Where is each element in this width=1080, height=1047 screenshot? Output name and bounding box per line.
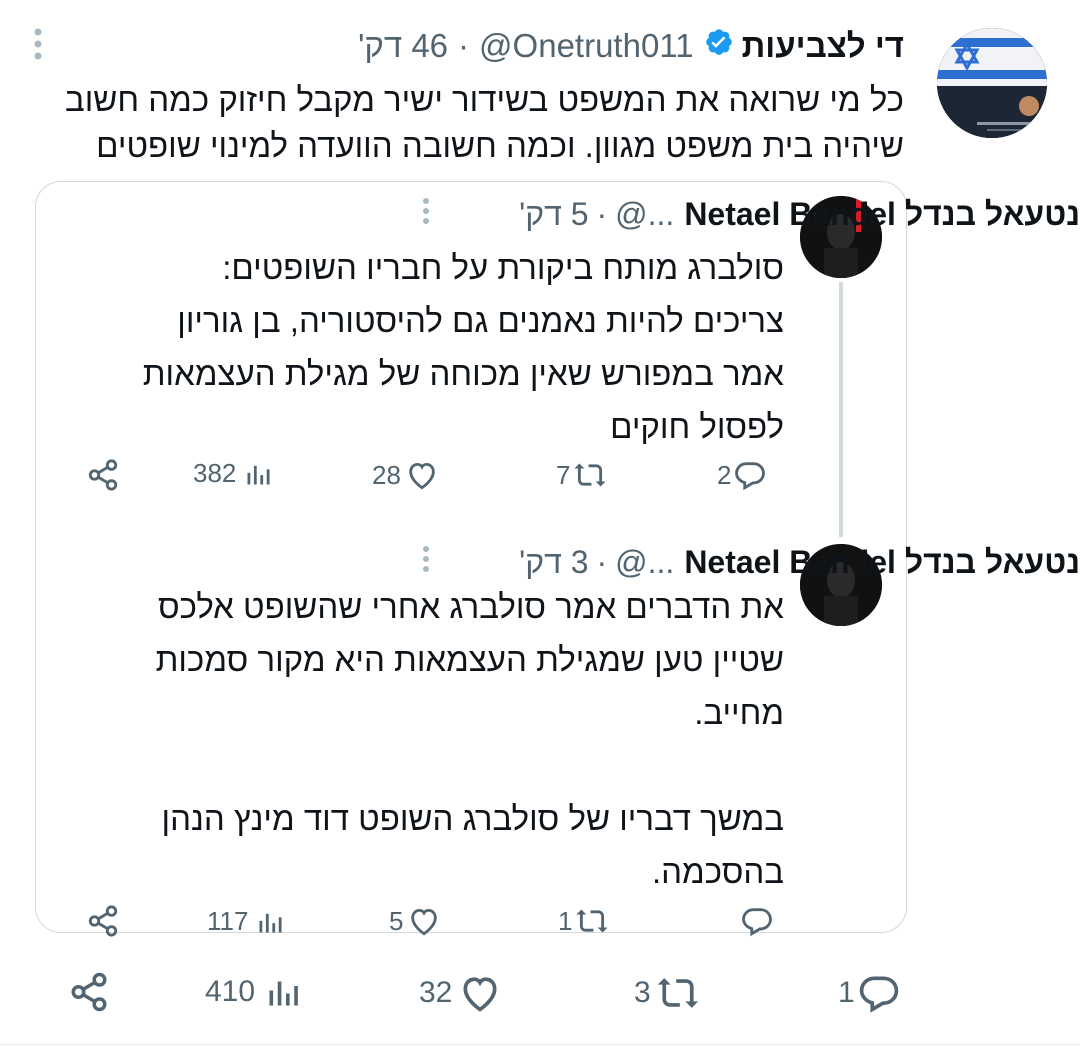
like-button[interactable]: 32 (419, 971, 502, 1015)
reply-count: 2 (717, 459, 732, 490)
retweet-button[interactable]: 1 (558, 904, 610, 938)
like-icon (411, 908, 438, 936)
separator: · (596, 543, 608, 580)
retweet-icon (657, 978, 698, 1008)
views-count: 117 (207, 906, 249, 936)
more-icon[interactable] (32, 26, 44, 70)
views-count: 382 (193, 458, 237, 488)
retweet-button[interactable]: 3 (634, 971, 701, 1015)
author-name[interactable]: נטעאל בנדל Netael Bandel (684, 544, 1080, 581)
retweet-icon (576, 909, 609, 933)
author-name[interactable]: די לצביעות (742, 27, 904, 65)
retweet-button[interactable]: 7 (556, 458, 608, 492)
share-button[interactable] (86, 458, 120, 492)
quoted-tweet-header: 3 דק' · @... נטעאל בנדל Netael Bandel (423, 540, 1080, 584)
retweet-count: 1 (558, 905, 573, 936)
retweet-count: 3 (634, 976, 651, 1009)
tweet-time[interactable]: 3 דק' (519, 544, 588, 581)
author-handle[interactable]: @Onetruth011 (479, 27, 694, 65)
reply-button[interactable] (740, 904, 774, 938)
reply-icon (735, 462, 766, 491)
main-avatar[interactable] (937, 28, 1047, 138)
thread-line (839, 282, 843, 537)
author-handle[interactable]: @... (615, 196, 674, 233)
reply-count: 1 (838, 976, 855, 1009)
like-count: 5 (389, 905, 404, 936)
share-icon (88, 905, 118, 937)
like-count: 28 (372, 459, 401, 490)
separator: · (458, 27, 470, 64)
share-icon (88, 459, 118, 491)
quoted-tweet-header: 5 דק' · @... נטעאל בנדל Netael Bandel (423, 192, 1080, 236)
share-icon (71, 972, 107, 1012)
tweet-time[interactable]: 46 דק' (358, 27, 448, 65)
main-tweet-text: כל מי שרואה את המשפט בשידור ישיר מקבל חי… (64, 81, 904, 164)
views-icon (259, 913, 283, 932)
more-icon[interactable] (421, 544, 431, 582)
like-icon (409, 462, 435, 490)
reply-button[interactable]: 1 (838, 971, 901, 1015)
retweet-icon (574, 463, 607, 487)
tweet-divider (0, 1044, 1080, 1045)
retweet-count: 7 (556, 459, 571, 490)
author-name[interactable]: נטעאל בנדל Netael Bandel (684, 196, 1080, 233)
reply-icon (742, 908, 772, 937)
like-icon (463, 977, 497, 1012)
quoted-tweet-text: סולברג מותח ביקורת על חבריו השופטים: צרי… (142, 249, 784, 445)
share-button[interactable] (68, 971, 110, 1013)
views-button[interactable]: 117 (207, 906, 284, 937)
like-button[interactable]: 5 (389, 904, 441, 938)
more-icon[interactable] (421, 196, 431, 234)
views-count: 410 (205, 975, 256, 1008)
quoted-tweet-text: את הדברים אמר סולברג אחרי שהשופט אלכס שט… (155, 588, 784, 890)
views-icon (269, 981, 298, 1006)
like-button[interactable]: 28 (372, 458, 439, 492)
share-button[interactable] (86, 904, 120, 938)
views-icon (247, 465, 270, 484)
like-count: 32 (419, 976, 453, 1009)
verified-badge-icon (704, 27, 734, 65)
tweet-time[interactable]: 5 דק' (519, 196, 588, 233)
author-handle[interactable]: @... (615, 544, 674, 581)
reply-button[interactable]: 2 (717, 458, 767, 492)
views-button[interactable]: 382 (193, 458, 272, 489)
views-button[interactable]: 410 (205, 973, 301, 1011)
reply-icon (859, 976, 898, 1013)
separator: · (596, 195, 608, 232)
main-tweet-header: 46 דק' · @Onetruth011 די לצביעות (34, 24, 904, 68)
